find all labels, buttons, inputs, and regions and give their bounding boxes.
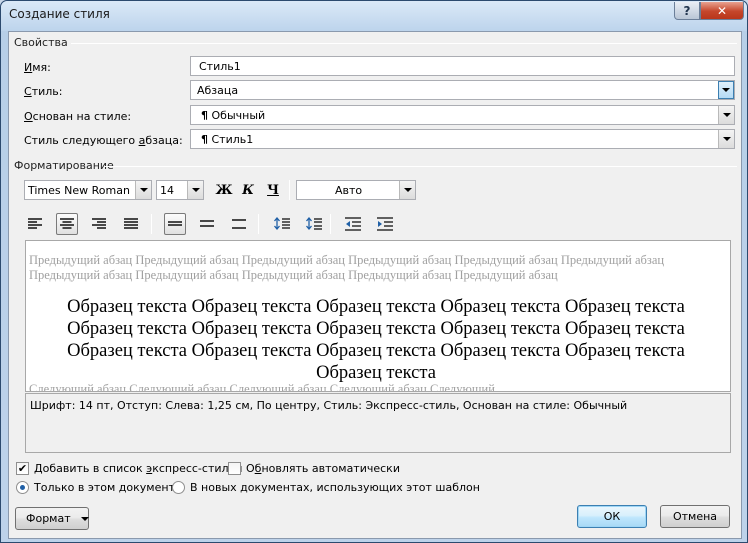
decrease-spacing-before-icon[interactable]: [271, 213, 293, 235]
bold-button[interactable]: Ж: [213, 180, 235, 200]
help-button[interactable]: ?: [674, 2, 700, 20]
justify-icon[interactable]: [120, 213, 142, 235]
based-on-text: ¶ Обычный: [201, 109, 265, 122]
auto-update-checkbox[interactable]: [228, 462, 241, 475]
add-quick-styles-label: Добавить в список экспресс-стилей: [34, 462, 243, 475]
next-style-label: Стиль следующего абзаца:: [24, 134, 183, 147]
font-color-value: Авто: [335, 184, 363, 197]
sample-text: Образец текста Образец текста Образец те…: [67, 297, 685, 383]
style-type-select[interactable]: Абзаца: [190, 80, 735, 100]
dialog-body: Свойства Имя: Стиль1 Стиль: Абзаца Основ…: [8, 31, 742, 539]
formatting-section-label: Форматирование: [14, 159, 114, 172]
toolbar-separator: [289, 180, 290, 200]
title-bar[interactable]: Создание стиля ? ✕: [1, 1, 747, 31]
decrease-indent-icon[interactable]: [342, 213, 364, 235]
increase-spacing-icon[interactable]: [303, 213, 325, 235]
next-style-text: ¶ Стиль1: [201, 133, 253, 146]
chevron-down-icon[interactable]: [187, 181, 203, 199]
font-size-select[interactable]: 14: [156, 180, 204, 200]
based-on-select[interactable]: ¶ Обычный: [190, 105, 735, 125]
next-style-select[interactable]: ¶ Стиль1: [190, 129, 735, 149]
chevron-down-icon[interactable]: [135, 181, 151, 199]
toolbar-separator: [330, 214, 331, 234]
properties-section-label: Свойства: [14, 36, 68, 49]
ok-button[interactable]: ОК: [577, 505, 647, 528]
add-quick-styles-checkbox[interactable]: ✔: [16, 462, 29, 475]
cancel-button[interactable]: Отмена: [660, 505, 730, 528]
chevron-down-icon[interactable]: [399, 181, 415, 199]
style-description: Шрифт: 14 пт, Отступ: Слева: 1,25 см, По…: [25, 393, 731, 453]
underline-button[interactable]: Ч: [262, 180, 284, 200]
name-label: Имя:: [24, 61, 51, 74]
style-type-label: Стиль:: [24, 85, 63, 98]
toolbar-separator: [151, 214, 152, 234]
chevron-down-icon[interactable]: [718, 130, 734, 148]
font-size-value: 14: [160, 184, 174, 197]
close-button[interactable]: ✕: [700, 2, 744, 20]
chevron-down-icon[interactable]: [718, 81, 734, 99]
name-input[interactable]: Стиль1: [190, 56, 735, 76]
new-documents-radio[interactable]: [172, 481, 185, 494]
radio-dot: [20, 485, 25, 490]
style-preview: Предыдущий абзац Предыдущий абзац Предыд…: [25, 240, 731, 392]
properties-divider: [71, 43, 737, 44]
only-this-document-label: Только в этом документе: [34, 481, 182, 494]
based-on-label: Основан на стиле:: [24, 110, 132, 123]
dropdown-arrow-icon: [80, 516, 89, 521]
new-documents-label: В новых документах, использующих этот ша…: [190, 481, 480, 494]
next-style-value: Стиль1: [211, 133, 254, 146]
style-type-value: Абзаца: [197, 84, 239, 97]
align-right-icon[interactable]: [88, 213, 110, 235]
chevron-down-icon[interactable]: [718, 106, 734, 124]
next-paragraph-text: Следующий абзац Следующий абзац Следующи…: [29, 382, 495, 392]
only-this-document-radio[interactable]: [16, 481, 29, 494]
italic-button[interactable]: К: [237, 180, 259, 200]
format-button-label: Формат: [26, 512, 71, 525]
formatting-divider: [104, 166, 737, 167]
create-style-dialog: Создание стиля ? ✕ Свойства Имя: Стиль1 …: [0, 0, 748, 543]
font-value: Times New Roman: [28, 184, 130, 197]
single-spacing-icon[interactable]: [164, 213, 186, 235]
paragraph-mark-icon: ¶: [201, 109, 208, 122]
based-on-value: Обычный: [211, 109, 266, 122]
font-color-select[interactable]: Авто: [296, 180, 416, 200]
double-spacing-icon[interactable]: [228, 213, 250, 235]
format-button[interactable]: Формат: [15, 507, 89, 530]
align-center-icon[interactable]: [56, 213, 78, 235]
previous-paragraph-text: Предыдущий абзац Предыдущий абзац Предыд…: [29, 253, 665, 282]
paragraph-mark-icon: ¶: [201, 133, 208, 146]
align-left-icon[interactable]: [24, 213, 46, 235]
check-icon: ✔: [17, 462, 28, 475]
increase-indent-icon[interactable]: [374, 213, 396, 235]
one-half-spacing-icon[interactable]: [196, 213, 218, 235]
font-select[interactable]: Times New Roman: [24, 180, 152, 200]
auto-update-label: Обновлять автоматически: [246, 462, 400, 475]
window-title: Создание стиля: [9, 7, 110, 21]
toolbar-separator: [258, 214, 259, 234]
